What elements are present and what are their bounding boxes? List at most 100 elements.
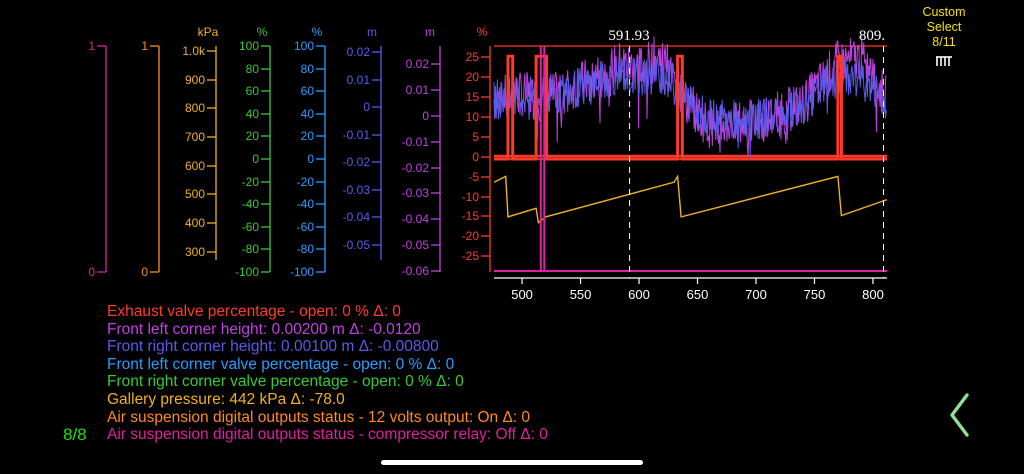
x-tick-label: 800 <box>862 287 884 300</box>
legend: Exhaust valve percentage - open: 0 % Δ: … <box>107 303 548 444</box>
legend-item-front_left_valve: Front left corner valve percentage - ope… <box>107 355 455 373</box>
y-axis-pressure: kPa 1.0k 900 800 700 600 500 400 300 <box>182 25 219 260</box>
y-axis-unit: kPa <box>198 25 219 39</box>
y-tick-label: -0.06 <box>402 264 430 278</box>
y-tick-label: 700 <box>185 130 205 144</box>
y-tick-label: -40 <box>242 197 260 211</box>
y-tick-label: 900 <box>185 73 205 87</box>
gallery-pressure-trace <box>493 174 888 225</box>
y-tick-label: -0.04 <box>402 212 430 226</box>
y-tick-label: 1.0k <box>182 44 206 58</box>
y-tick-label: 1 <box>141 39 148 53</box>
y-tick-label: -80 <box>242 242 260 256</box>
y-tick-label: -40 <box>297 197 315 211</box>
y-tick-label: -0.03 <box>343 183 371 197</box>
y-tick-label: -20 <box>297 175 315 189</box>
legend-item-output_12v: Air suspension digital outputs status - … <box>107 408 531 426</box>
y-tick-label: 0 <box>307 152 314 166</box>
home-indicator <box>381 460 643 465</box>
y-axis-fl_valve: %100 80 60 40 20 0 -20 -40 -60 -80 -100 <box>290 25 326 279</box>
y-tick-label: 0.02 <box>347 45 371 59</box>
y-axis-fr_valve: %100 80 60 40 20 0 -20 -40 -60 -80 -100 <box>235 25 271 279</box>
telemetry-chart[interactable]: 1010kPa1.0k900800700600500400300%1008060… <box>0 0 1024 300</box>
legend-item-front_right_height: Front right corner height: 0.00100 m Δ: … <box>107 338 439 356</box>
y-tick-label: 20 <box>466 70 480 84</box>
y-tick-label: -0.01 <box>343 128 371 142</box>
y-axis-exhaust: % 25 20 15 10 5 0 -5 -10 -15 -20 -25 <box>462 25 491 272</box>
y-tick-label: -80 <box>297 242 315 256</box>
y-tick-label: -0.03 <box>402 186 430 200</box>
y-tick-label: -100 <box>290 265 314 279</box>
y-tick-label: -15 <box>462 209 480 223</box>
x-axis: 500 550 600 650 700 750 800 <box>494 277 887 300</box>
y-tick-label: 300 <box>185 245 205 259</box>
y-tick-label: 80 <box>246 62 260 76</box>
legend-item-exhaust: Exhaust valve percentage - open: 0 % Δ: … <box>107 303 401 320</box>
y-axis-output12v: 10 <box>141 39 160 279</box>
y-tick-label: 60 <box>246 84 260 98</box>
y-tick-label: 600 <box>185 159 205 173</box>
y-tick-label: -0.02 <box>343 155 371 169</box>
y-tick-label: 0 <box>252 152 259 166</box>
legend-item-compressor_relay: Air suspension digital outputs status - … <box>107 426 548 444</box>
y-tick-label: 0 <box>472 150 479 164</box>
legend-item-front_left_height: Front left corner height: 0.00200 m Δ: -… <box>107 320 421 338</box>
y-tick-label: 40 <box>301 107 315 121</box>
y-tick-label: 20 <box>246 129 260 143</box>
y-tick-label: -0.05 <box>343 238 371 252</box>
plot-area[interactable]: 500 550 600 650 700 750 800 <box>493 35 888 300</box>
y-tick-label: 0 <box>141 265 148 279</box>
y-tick-label: 15 <box>466 90 480 104</box>
y-tick-label: 25 <box>466 50 480 64</box>
y-tick-label: 0.01 <box>406 83 430 97</box>
y-tick-label: 100 <box>239 39 259 53</box>
y-tick-label: -0.02 <box>402 161 430 175</box>
y-tick-label: 400 <box>185 216 205 230</box>
y-axis-unit: m <box>367 25 377 39</box>
y-axis-fl_height: m 0.02 0.01 0 -0.01 -0.02 -0.03 -0.04 -0.05 -0.06 <box>402 25 441 278</box>
custom-select-line1: Custom <box>922 5 966 19</box>
y-tick-label: 10 <box>466 110 480 124</box>
y-axis-unit: m <box>425 25 435 39</box>
y-tick-label: -0.04 <box>343 210 371 224</box>
legend-item-front_right_valve: Front right corner valve percentage - op… <box>107 373 464 391</box>
chevron-left-icon[interactable] <box>947 393 973 437</box>
y-tick-label: -0.05 <box>402 238 430 252</box>
y-tick-label: 60 <box>301 84 315 98</box>
y-tick-label: 40 <box>246 107 260 121</box>
y-tick-label: 800 <box>185 101 205 115</box>
y-tick-label: -60 <box>297 220 315 234</box>
y-tick-label: 0.02 <box>406 57 430 71</box>
x-tick-label: 750 <box>804 287 826 300</box>
y-tick-label: 1 <box>88 39 95 53</box>
custom-select-count: 8/11 <box>932 35 956 49</box>
y-tick-label: 100 <box>294 39 314 53</box>
custom-select-line2: Select <box>926 20 962 34</box>
x-tick-label: 550 <box>570 287 592 300</box>
y-tick-label: 5 <box>472 130 479 144</box>
y-tick-label: -10 <box>462 190 480 204</box>
x-tick-label: 700 <box>745 287 767 300</box>
x-tick-label: 500 <box>511 287 533 300</box>
y-tick-label: 0 <box>422 109 429 123</box>
legend-item-gallery_pressure: Gallery pressure: 442 kPa Δ: -78.0 <box>107 390 345 408</box>
y-axis-compressor: 10 <box>88 39 107 279</box>
cursor-label-right: 809. <box>859 28 885 44</box>
y-tick-label: -20 <box>242 175 260 189</box>
y-tick-label: -20 <box>462 229 480 243</box>
y-axis-unit: % <box>477 25 488 39</box>
y-axis-fr_height: m 0.02 0.01 0 -0.01 -0.02 -0.03 -0.04 -0.05 <box>343 25 382 260</box>
x-tick-label: 600 <box>628 287 650 300</box>
y-tick-label: -25 <box>462 249 480 263</box>
custom-select-button[interactable]: Custom Select 8/11 <box>913 5 975 78</box>
y-tick-label: 80 <box>301 62 315 76</box>
x-tick-label: 650 <box>687 287 709 300</box>
custom-select-icon <box>936 56 952 66</box>
y-axis-unit: % <box>312 25 323 39</box>
y-axis-unit: % <box>257 25 268 39</box>
y-tick-label: -60 <box>242 220 260 234</box>
y-tick-label: 0.01 <box>347 73 371 87</box>
y-tick-label: -0.01 <box>402 135 430 149</box>
y-tick-label: 0 <box>363 100 370 114</box>
y-tick-label: 0 <box>88 265 95 279</box>
